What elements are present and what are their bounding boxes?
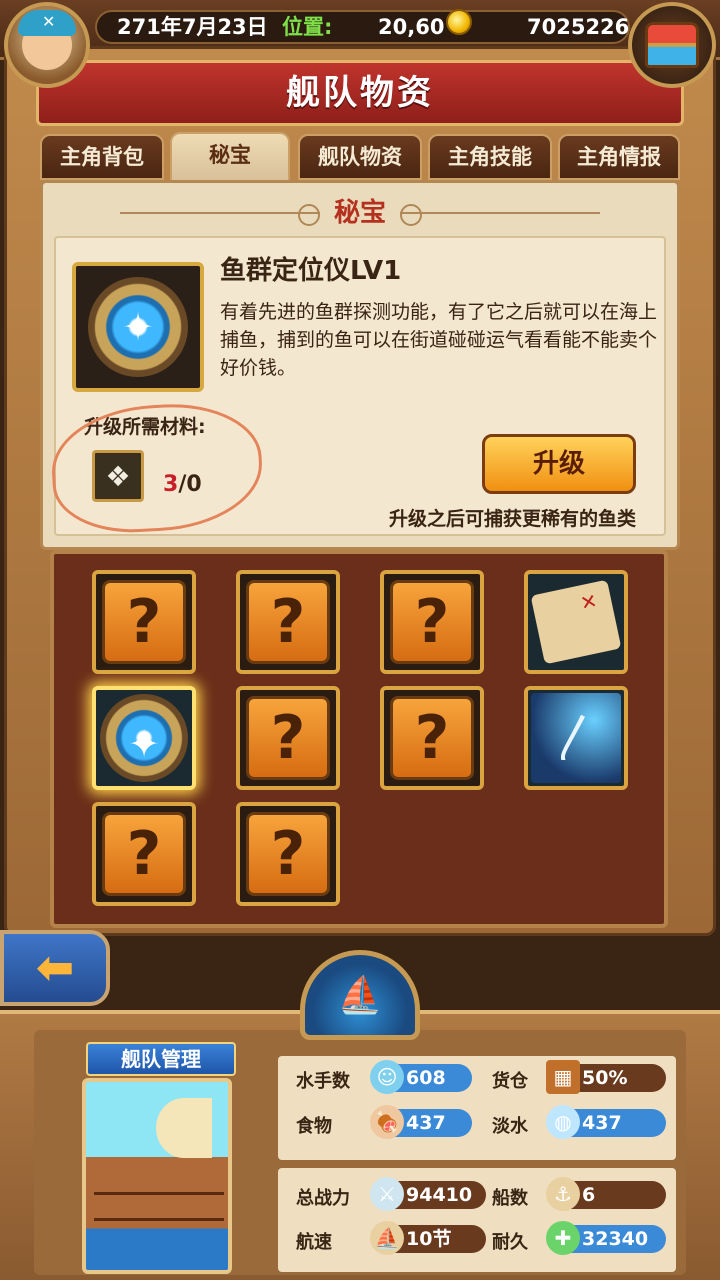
treasure-slot-locked[interactable]: ?	[92, 570, 196, 674]
tab-treasure[interactable]: 秘宝	[170, 132, 290, 182]
treasure-slot-locked[interactable]: ?	[236, 570, 340, 674]
question-mark-icon: ?	[246, 580, 330, 664]
sailors-count: 608	[406, 1067, 446, 1089]
speed-knots: 10节	[406, 1228, 452, 1250]
hull-repair-icon: ✚	[546, 1221, 580, 1255]
cargo-value: ▦ 50%	[546, 1060, 666, 1094]
durability-value: ✚ 32340	[546, 1221, 666, 1255]
durability-count: 32340	[582, 1228, 649, 1250]
power-value: ⚔ 94410	[370, 1177, 486, 1211]
question-mark-icon: ?	[390, 696, 474, 780]
ship-deck-line	[94, 1192, 224, 1195]
question-mark-icon: ?	[246, 696, 330, 780]
meat-icon: 🍖	[370, 1105, 404, 1139]
treasure-slot-locked[interactable]: ?	[380, 570, 484, 674]
gold-amount: 7025226	[527, 15, 630, 39]
player-avatar[interactable]: ✕	[4, 2, 90, 88]
position-label: 位置:	[282, 15, 333, 39]
section-title: 秘宝	[333, 198, 386, 228]
treasure-slot-feather[interactable]: 〳	[524, 686, 628, 790]
ships-label: 船数	[492, 1188, 528, 1209]
game-date: 271年7月23日	[117, 15, 268, 39]
ship-deck-line	[94, 1218, 224, 1221]
durability-label: 耐久	[492, 1232, 528, 1253]
back-arrow-button[interactable]: ⬅	[0, 930, 110, 1006]
treasure-slot-fish-locator[interactable]	[92, 686, 196, 790]
power-label: 总战力	[296, 1188, 350, 1209]
item-description: 有着先进的鱼群探测功能，有了它之后就可以在海上捕鱼，捕到的鱼可以在街道碰碰运气看…	[220, 301, 658, 379]
sailors-label: 水手数	[296, 1071, 350, 1092]
treasure-slot-locked[interactable]: ?	[236, 686, 340, 790]
fleet-management-banner[interactable]: 舰队管理	[86, 1042, 236, 1076]
speed-value: ⛵ 10节	[370, 1221, 486, 1255]
upgrade-note: 升级之后可捕获更稀有的鱼类	[388, 508, 636, 530]
sailor-icon: ☺	[370, 1060, 404, 1094]
crate-icon: ▦	[546, 1060, 580, 1094]
water-count: 437	[582, 1112, 622, 1134]
power-count: 94410	[406, 1184, 473, 1206]
item-name: 鱼群定位仪LV1	[220, 256, 402, 286]
treasure-map-icon	[530, 579, 622, 665]
treasure-slot-map[interactable]	[524, 570, 628, 674]
tab-hero-bag[interactable]: 主角背包	[40, 134, 164, 180]
ship-picture[interactable]	[82, 1078, 232, 1274]
question-mark-icon: ?	[246, 812, 330, 896]
item-image-frame	[72, 262, 204, 392]
fish-locator-compass-icon	[100, 694, 188, 782]
ships-count: 6	[582, 1184, 596, 1206]
water-value: ◍ 437	[546, 1105, 666, 1139]
treasure-slot-locked[interactable]: ?	[92, 802, 196, 906]
ship-emblem-button[interactable]: ⛵	[300, 950, 420, 1040]
crossed-swords-icon: ⚔	[370, 1177, 404, 1211]
food-value: 🍖 437	[370, 1105, 472, 1139]
ship-sail-icon	[156, 1098, 212, 1158]
food-count: 437	[406, 1112, 446, 1134]
ship-count-icon: ⚓	[546, 1177, 580, 1211]
treasure-chest-icon[interactable]	[628, 2, 716, 88]
skull-mark-icon: ✕	[42, 12, 56, 31]
page-title: 舰队物资	[286, 73, 434, 113]
gold-coin-icon	[446, 9, 472, 35]
speed-label: 航速	[296, 1232, 332, 1253]
question-mark-icon: ?	[390, 580, 474, 664]
fish-locator-compass-icon	[88, 277, 188, 377]
sail-speed-icon: ⛵	[370, 1221, 404, 1255]
tab-fleet-supplies[interactable]: 舰队物资	[298, 134, 422, 180]
feather-icon: 〳	[531, 693, 621, 783]
chest-box-icon	[645, 22, 699, 68]
sailors-value: ☺ 608	[370, 1060, 472, 1094]
upgrade-button[interactable]: 升级	[482, 434, 636, 494]
question-mark-icon: ?	[102, 580, 186, 664]
question-mark-icon: ?	[102, 812, 186, 896]
boat-icon: ⛵	[337, 975, 383, 1016]
ships-value: ⚓ 6	[546, 1177, 666, 1211]
food-label: 食物	[296, 1116, 332, 1137]
tab-hero-skills[interactable]: 主角技能	[428, 134, 552, 180]
cargo-percent: 50%	[582, 1067, 628, 1089]
avatar-face-icon: ✕	[18, 10, 76, 70]
cargo-label: 货仓	[492, 1071, 528, 1092]
water-label: 淡水	[492, 1116, 528, 1137]
treasure-slot-locked[interactable]: ?	[236, 802, 340, 906]
tab-hero-info[interactable]: 主角情报	[558, 134, 680, 180]
treasure-slot-locked[interactable]: ?	[380, 686, 484, 790]
position-value: 20,60	[378, 15, 445, 39]
water-jar-icon: ◍	[546, 1105, 580, 1139]
